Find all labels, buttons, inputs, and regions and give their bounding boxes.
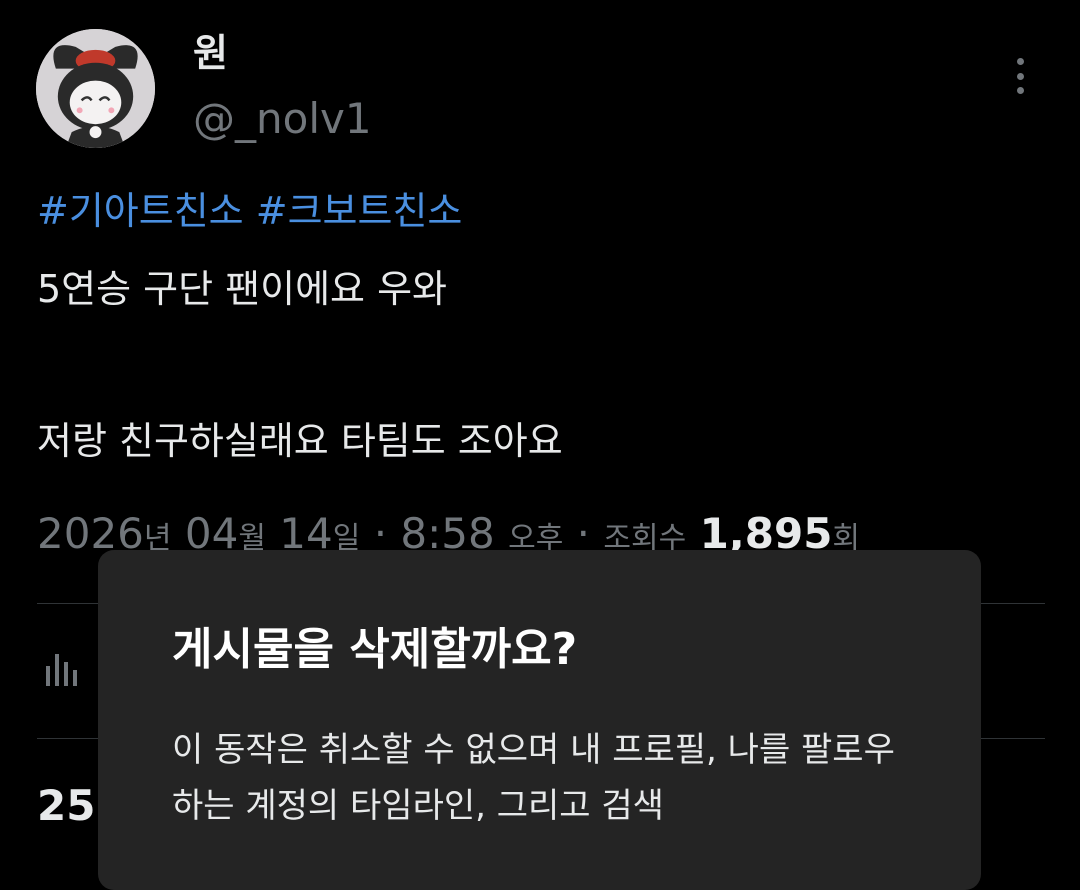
user-handle[interactable]: @_nolv1 (193, 94, 372, 144)
delete-confirm-dialog: 게시물을 삭제할까요? 이 동작은 취소할 수 없으며 내 프로필, 나를 팔로… (98, 550, 981, 890)
hashtag-link[interactable]: #기아트친소 (37, 189, 244, 233)
avatar-image (36, 29, 155, 148)
dialog-body: 이 동작은 취소할 수 없으며 내 프로필, 나를 팔로우하는 계정의 타임라인… (172, 730, 895, 826)
more-dot (1016, 72, 1024, 80)
post-text-line: 저랑 친구하실래요 타팀도 조아요 (37, 419, 563, 463)
more-options-icon[interactable] (1000, 54, 1040, 98)
hashtag-link[interactable]: #크보트친소 (256, 189, 463, 233)
post-text-line: 5연승 구단 팬이에요 우와 (37, 267, 448, 311)
analytics-icon[interactable] (42, 648, 82, 688)
display-name[interactable]: 원 (193, 30, 228, 76)
engagement-count[interactable]: 25 (37, 778, 95, 834)
more-dot (1016, 58, 1024, 65)
hashtag-line: #기아트친소 #크보트친소 (37, 186, 462, 236)
dialog-title: 게시물을 삭제할까요? (172, 624, 578, 675)
avatar[interactable] (36, 29, 155, 148)
more-dot (1016, 87, 1024, 94)
